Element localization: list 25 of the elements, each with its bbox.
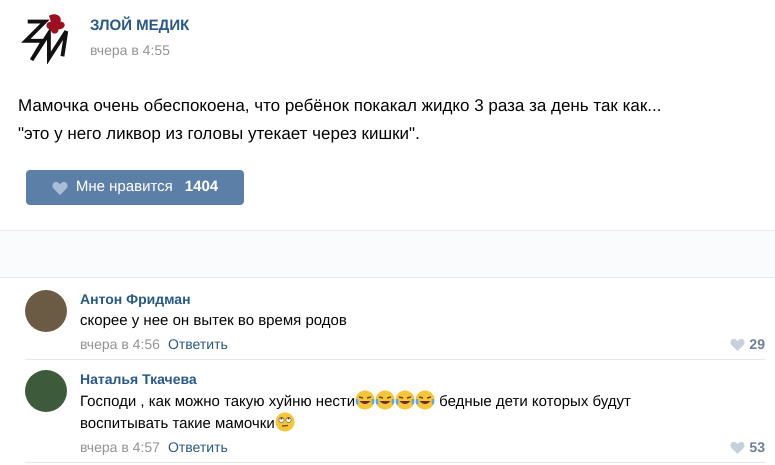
commenter-name[interactable]: Антон Фридман xyxy=(80,290,765,308)
comment-text: воспитывать такие мамочки xyxy=(80,415,275,432)
avatar[interactable] xyxy=(25,290,67,332)
comment-text: скорее у нее он вытек во время родов xyxy=(80,312,347,329)
like-count: 53 xyxy=(749,438,765,456)
comment-text: бедные дети которых будут xyxy=(439,393,631,410)
post-text: Мамочка очень обеспокоена, что ребёнок покакал жидко 3 раза за день так как... xyxy=(18,95,662,117)
laughing-emoji-icon xyxy=(375,390,396,410)
comment-time: вчера в 4:56 xyxy=(80,335,160,353)
avatar[interactable] xyxy=(25,370,67,412)
commenter-name[interactable]: Наталья Ткачева xyxy=(80,370,765,388)
heart-icon xyxy=(52,180,68,194)
eye-rolling-emoji-icon xyxy=(274,412,295,432)
post-time: вчера в 4:55 xyxy=(90,41,171,60)
laughing-emoji-icon xyxy=(415,390,436,410)
reply-link[interactable]: Ответить xyxy=(168,335,228,353)
comment-time: вчера в 4:57 xyxy=(80,438,160,456)
like-button[interactable]: Мне нравится 1404 xyxy=(26,170,244,205)
comment-text: Господи , как можно такую хуйню нести xyxy=(80,393,356,410)
laughing-emoji-icon xyxy=(355,390,376,410)
page-name[interactable]: ЗЛОЙ МЕДИК xyxy=(90,14,190,38)
post-text: "это у него ликвор из головы утекает через кишки". xyxy=(18,123,421,145)
laughing-emoji-icon xyxy=(395,390,416,410)
like-count: 29 xyxy=(749,335,765,353)
reply-link[interactable]: Ответить xyxy=(168,438,228,456)
